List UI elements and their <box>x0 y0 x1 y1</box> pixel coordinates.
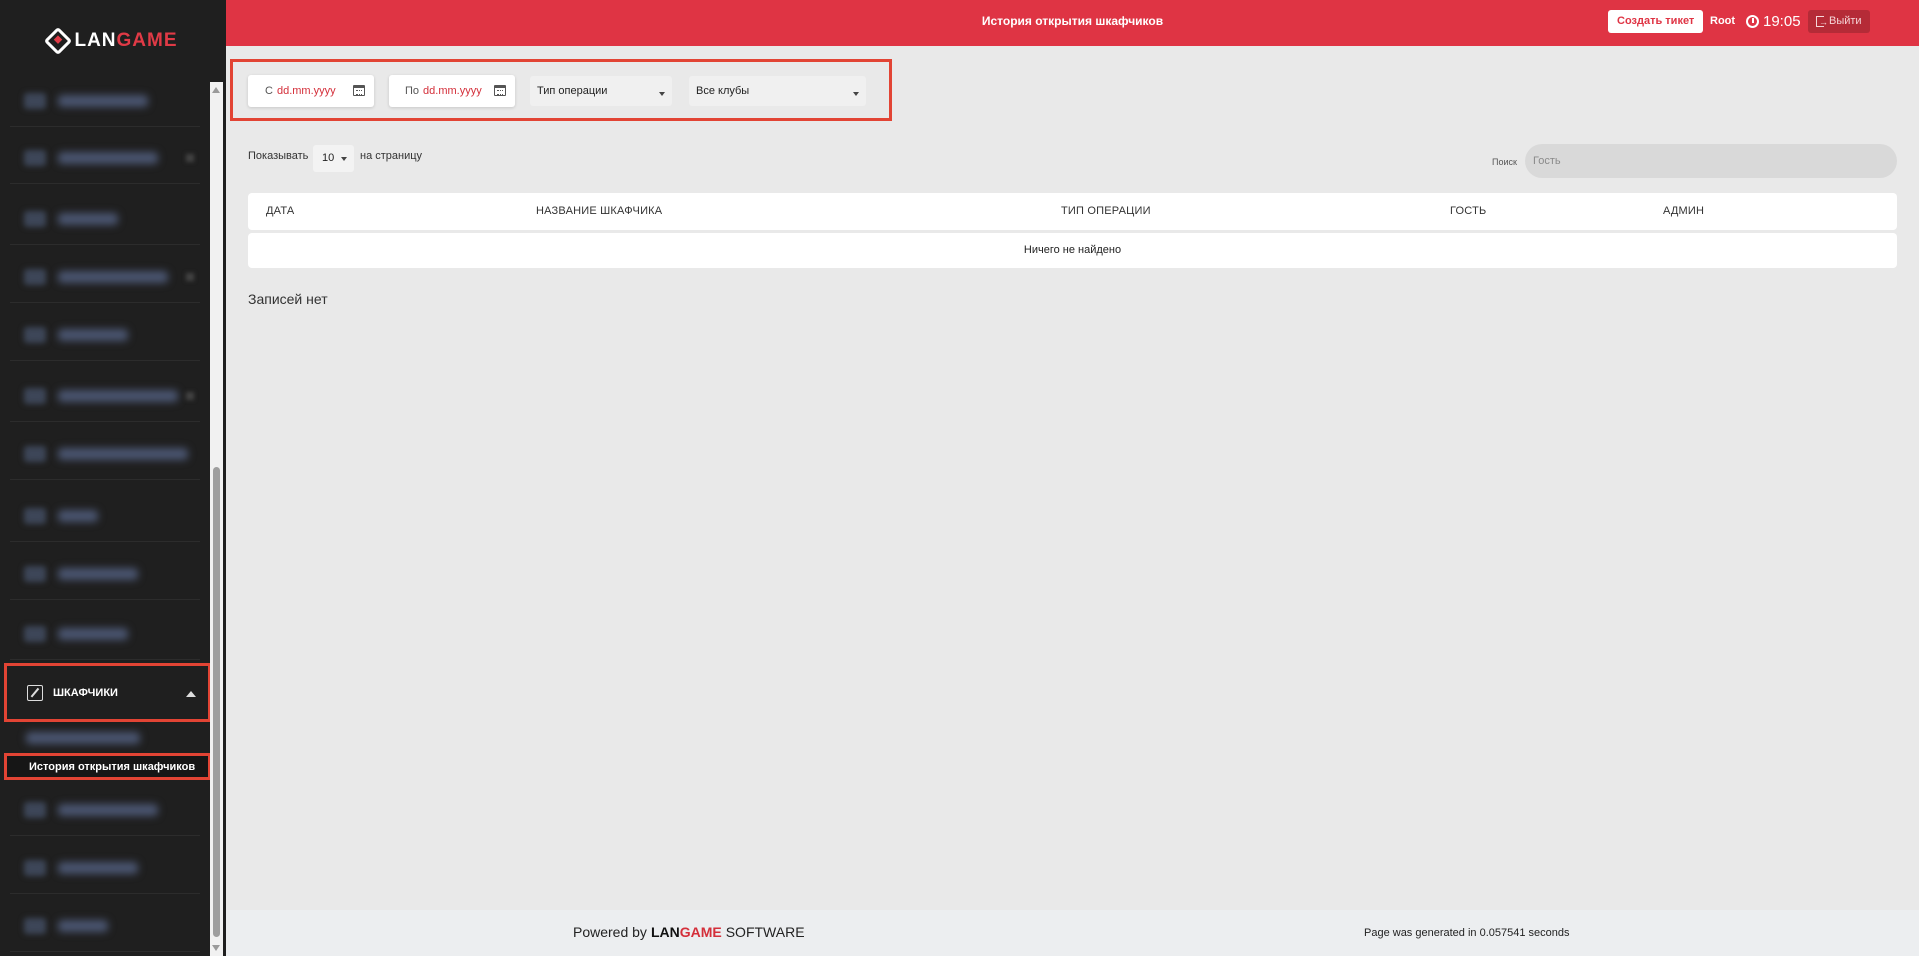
user-name: Root <box>1710 15 1736 27</box>
per-page-value: 10 <box>322 152 335 164</box>
clock-icon <box>1746 15 1759 28</box>
menu-icon <box>24 859 46 876</box>
sidebar-item-blurred-4[interactable] <box>10 251 200 303</box>
no-records-text: Записей нет <box>248 291 328 307</box>
column-header-date[interactable]: ДАТА <box>266 193 294 230</box>
logo[interactable]: LANGAME <box>0 0 226 82</box>
menu-icon <box>24 387 46 404</box>
sidebar-item-blurred-8[interactable] <box>10 490 200 542</box>
menu-icon <box>24 445 46 462</box>
menu-icon <box>24 801 46 818</box>
sidebar-item-blurred-9[interactable] <box>10 548 200 600</box>
edit-icon <box>27 684 43 701</box>
menu-icon <box>24 149 46 166</box>
show-label: Показывать <box>248 150 309 162</box>
menu-icon <box>24 565 46 582</box>
date-from-prefix: С <box>265 85 273 97</box>
sidebar-item-blurred-13[interactable] <box>10 900 200 952</box>
date-to-prefix: По <box>405 85 420 97</box>
calendar-icon[interactable] <box>353 85 365 96</box>
sidebar-subitem-blurred[interactable] <box>26 732 140 744</box>
menu-icon <box>24 326 46 343</box>
date-from-field[interactable]: С <box>248 75 374 107</box>
per-page-select[interactable]: 10 <box>313 145 354 172</box>
powered-by: Powered by LANGAME SOFTWARE <box>573 924 805 940</box>
date-to-field[interactable]: По <box>389 75 515 107</box>
footer: Powered by LANGAME SOFTWARE Page was gen… <box>226 910 1919 956</box>
scroll-thumb[interactable] <box>213 467 220 937</box>
search-label: Поиск <box>1492 157 1517 167</box>
column-header-operation-type[interactable]: ТИП ОПЕРАЦИИ <box>1061 193 1151 230</box>
operation-type-select[interactable]: Тип операции <box>530 76 672 106</box>
menu-icon <box>24 625 46 642</box>
empty-table-row: Ничего не найдено <box>248 233 1897 268</box>
page-generation-time: Page was generated in 0.057541 seconds <box>1364 927 1570 939</box>
calendar-icon[interactable] <box>494 85 506 96</box>
menu-icon <box>24 917 46 934</box>
create-ticket-button[interactable]: Создать тикет <box>1608 10 1704 33</box>
menu-icon <box>24 507 46 524</box>
sidebar: LANGAME ШКАФЧИКИ История открытия шкафчи… <box>0 0 226 956</box>
column-header-locker-name[interactable]: НАЗВАНИЕ ШКАФЧИКА <box>536 193 662 230</box>
chevron-down-icon <box>659 92 665 96</box>
clubs-select[interactable]: Все клубы <box>689 76 866 106</box>
sidebar-item-blurred-3[interactable] <box>10 193 200 245</box>
column-header-admin[interactable]: АДМИН <box>1663 193 1704 230</box>
powered-by-label: Powered by <box>573 924 647 940</box>
menu-icon <box>24 210 46 227</box>
sidebar-item-blurred-10[interactable] <box>10 608 200 660</box>
sidebar-item-blurred-2[interactable] <box>10 132 200 184</box>
sidebar-item-blurred-5[interactable] <box>10 309 200 361</box>
sidebar-item-lockers[interactable]: ШКАФЧИКИ <box>4 663 211 722</box>
top-header: История открытия шкафчиков Создать тикет… <box>226 0 1919 46</box>
column-header-guest[interactable]: ГОСТЬ <box>1450 193 1486 230</box>
date-to-input[interactable] <box>423 85 494 97</box>
logout-label: Выйти <box>1829 15 1862 27</box>
sidebar-item-blurred-11[interactable] <box>10 784 200 836</box>
sidebar-scrollbar[interactable] <box>210 82 223 956</box>
logo-text: LANGAME <box>74 30 178 51</box>
sidebar-item-blurred-1[interactable] <box>10 75 200 127</box>
clock: 19:05 <box>1746 0 1801 43</box>
logo-icon <box>44 26 73 56</box>
scroll-down-icon[interactable] <box>212 945 220 951</box>
clock-time: 19:05 <box>1763 13 1801 30</box>
operation-type-value: Тип операции <box>537 85 608 97</box>
menu-icon <box>24 268 46 285</box>
menu-icon <box>24 92 46 109</box>
scroll-up-icon[interactable] <box>212 87 220 93</box>
sidebar-item-blurred-12[interactable] <box>10 842 200 894</box>
per-page-suffix: на страницу <box>360 150 423 162</box>
logout-icon <box>1816 11 1828 34</box>
search-input[interactable] <box>1525 144 1897 178</box>
sidebar-item-blurred-6[interactable] <box>10 370 200 422</box>
chevron-down-icon <box>341 157 347 161</box>
table-header: ДАТА НАЗВАНИЕ ШКАФЧИКА ТИП ОПЕРАЦИИ ГОСТ… <box>248 193 1897 230</box>
date-from-input[interactable] <box>276 85 347 97</box>
sidebar-item-label: ШКАФЧИКИ <box>53 686 118 699</box>
footer-software: SOFTWARE <box>725 924 805 940</box>
clubs-value: Все клубы <box>696 85 750 97</box>
chevron-down-icon <box>853 92 859 96</box>
logout-button[interactable]: Выйти <box>1808 10 1870 34</box>
footer-brand[interactable]: LANGAME <box>651 924 722 940</box>
caret-up-icon <box>186 691 196 697</box>
sidebar-item-blurred-7[interactable] <box>10 428 200 480</box>
sidebar-subitem-locker-history[interactable]: История открытия шкафчиков <box>4 753 211 780</box>
